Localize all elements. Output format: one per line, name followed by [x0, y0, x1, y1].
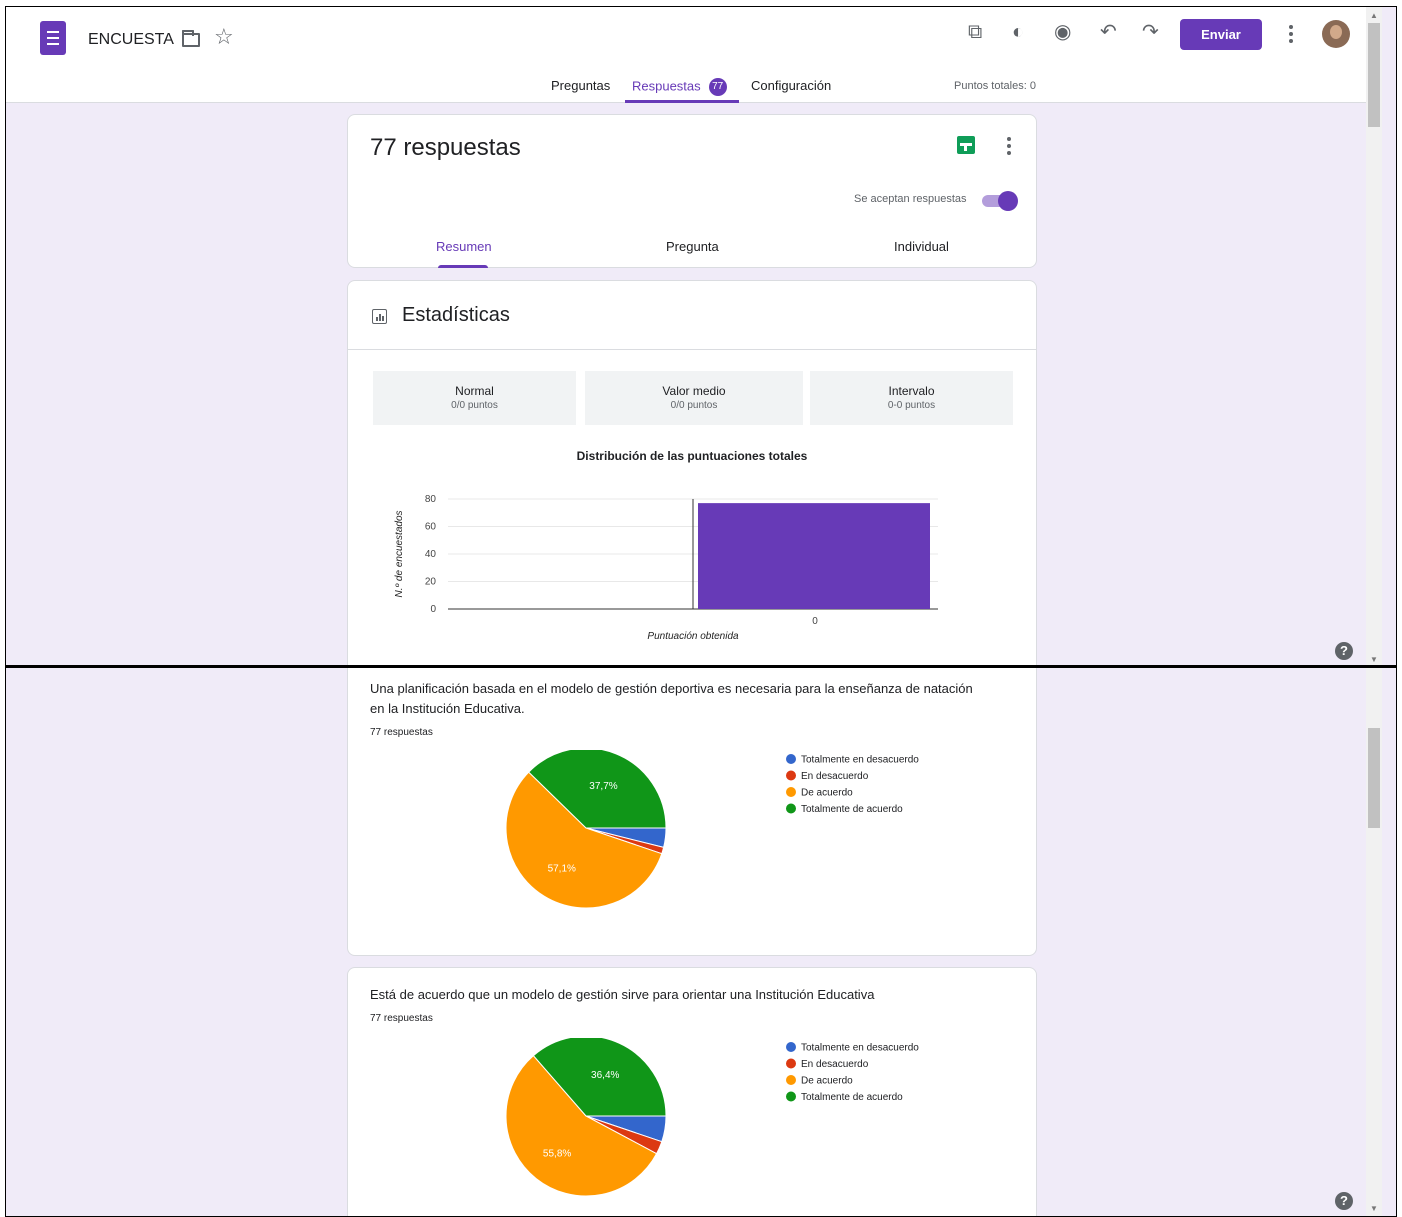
help-icon[interactable]: ?	[1335, 642, 1353, 660]
question-response-count: 77 respuestas	[370, 1013, 433, 1024]
scroll-down-icon[interactable]: ▼	[1370, 1204, 1378, 1213]
chart-title: Distribución de las puntuaciones totales	[576, 449, 808, 463]
stat-box-normal: Normal 0/0 puntos	[373, 371, 576, 425]
legend-marker	[786, 754, 796, 764]
avatar[interactable]	[1322, 20, 1350, 48]
tab-pregunta[interactable]: Pregunta	[666, 239, 719, 254]
legend-label: En desacuerdo	[801, 1059, 869, 1070]
more-icon[interactable]	[1289, 25, 1293, 43]
top-screenshot: ENCUESTA ☆ ⧉ ◐ ◉ ↶ ↷ Enviar Preguntas Re…	[5, 6, 1397, 666]
question-response-count: 77 respuestas	[370, 727, 433, 738]
folder-icon[interactable]	[182, 30, 200, 47]
stat-value: 0-0 puntos	[887, 400, 936, 411]
star-icon[interactable]: ☆	[214, 26, 234, 48]
legend-marker	[786, 1091, 796, 1102]
sheets-icon[interactable]	[957, 136, 975, 154]
legend-label: Totalmente de acuerdo	[801, 1092, 903, 1103]
tab-respuestas[interactable]: Respuestas 77	[632, 78, 727, 96]
send-button[interactable]: Enviar	[1180, 19, 1262, 50]
stat-label: Normal	[455, 384, 494, 398]
score-distribution-chart: 80 60 40 20 0 0 Puntuación obtenida N.º de encu…	[394, 494, 938, 642]
palette-icon[interactable]: ◐	[1012, 22, 1024, 42]
divider	[348, 349, 1036, 350]
bottom-screenshot: Una planificación basada en el modelo de…	[5, 666, 1397, 1217]
x-axis-label: Puntuación obtenida	[647, 631, 739, 642]
more-options-icon[interactable]	[1007, 137, 1011, 155]
legend-label: Totalmente en desacuerdo	[801, 1043, 919, 1054]
scroll-up-icon[interactable]: ▲	[1370, 11, 1378, 20]
redo-icon[interactable]: ↷	[1142, 22, 1159, 42]
statistics-title: Estadísticas	[402, 304, 510, 326]
document-title[interactable]: ENCUESTA	[88, 31, 174, 49]
legend-marker	[786, 1042, 796, 1052]
bar-chart-icon	[372, 309, 387, 324]
responses-badge: 77	[708, 78, 727, 96]
responses-summary-card: 77 respuestas Se aceptan respuestas Resu…	[347, 114, 1037, 268]
pie-chart: 57,1% 37,7% Totalmente en desacuerdo En des…	[505, 750, 919, 909]
question-card: Una planificación basada en el modelo de…	[347, 668, 1037, 956]
tab-resumen[interactable]: Resumen	[436, 239, 492, 254]
pie-slice-label: 55,8%	[543, 1148, 571, 1159]
y-tick-label: 20	[425, 577, 437, 588]
legend-label: En desacuerdo	[801, 771, 869, 782]
stat-value: 0/0 puntos	[451, 400, 498, 411]
tab-configuracion[interactable]: Configuración	[751, 78, 831, 93]
question-text: Está de acuerdo que un modelo de gestión…	[370, 987, 875, 1002]
total-points: Puntos totales: 0	[954, 80, 1036, 92]
tab-individual[interactable]: Individual	[894, 239, 949, 254]
tab-preguntas[interactable]: Preguntas	[551, 78, 610, 93]
question-card: Está de acuerdo que un modelo de gestión…	[347, 967, 1037, 1216]
legend-label: De acuerdo	[801, 1076, 853, 1087]
preview-icon[interactable]: ◉	[1054, 22, 1071, 42]
question-text: Una planificación basada en el modelo de…	[370, 681, 973, 716]
undo-icon[interactable]: ↶	[1100, 22, 1117, 42]
legend-marker	[786, 1075, 796, 1085]
stat-box-mean: Valor medio 0/0 puntos	[585, 371, 803, 425]
stat-box-range: Intervalo 0-0 puntos	[810, 371, 1013, 425]
forms-logo-icon[interactable]	[40, 21, 66, 55]
scrollbar-thumb[interactable]	[1368, 728, 1380, 828]
addon-icon[interactable]: ⧉	[968, 22, 982, 42]
accepting-responses-label: Se aceptan respuestas	[854, 193, 967, 205]
y-axis-label: N.º de encuestados	[394, 510, 405, 597]
pie-slice-label: 37,7%	[589, 781, 617, 792]
legend-label: Totalmente de acuerdo	[801, 804, 903, 815]
toggle-knob[interactable]	[998, 191, 1018, 211]
y-tick-label: 60	[425, 522, 437, 533]
x-tick-label: 0	[812, 616, 818, 627]
stat-label: Valor medio	[662, 384, 726, 398]
help-icon[interactable]: ?	[1335, 1192, 1353, 1210]
pie-slice-label: 36,4%	[591, 1070, 619, 1081]
legend-marker	[786, 787, 796, 797]
active-tab-indicator	[625, 100, 739, 103]
scrollbar-thumb[interactable]	[1368, 23, 1380, 127]
y-tick-label: 0	[430, 604, 436, 615]
app-header: ENCUESTA ☆ ⧉ ◐ ◉ ↶ ↷ Enviar Preguntas Re…	[6, 7, 1366, 103]
y-tick-label: 40	[425, 549, 437, 560]
active-subtab-indicator	[438, 265, 488, 268]
responses-count-title: 77 respuestas	[370, 134, 521, 161]
y-tick-label: 80	[425, 494, 437, 505]
pie-chart: 55,8% 36,4% Totalmente en desacuerdo En des…	[505, 1038, 919, 1197]
legend-marker	[786, 803, 796, 814]
legend-marker	[786, 770, 796, 781]
pie-slice-label: 57,1%	[548, 864, 576, 875]
legend-label: De acuerdo	[801, 788, 853, 799]
stat-label: Intervalo	[888, 384, 935, 398]
tab-respuestas-label: Respuestas	[632, 78, 701, 94]
legend-marker	[786, 1058, 796, 1069]
bar	[698, 503, 930, 609]
legend-label: Totalmente en desacuerdo	[801, 755, 919, 766]
stat-value: 0/0 puntos	[670, 400, 718, 411]
scroll-down-icon[interactable]: ▼	[1370, 655, 1378, 664]
statistics-card: Estadísticas Normal 0/0 puntos Valor med…	[347, 280, 1037, 665]
